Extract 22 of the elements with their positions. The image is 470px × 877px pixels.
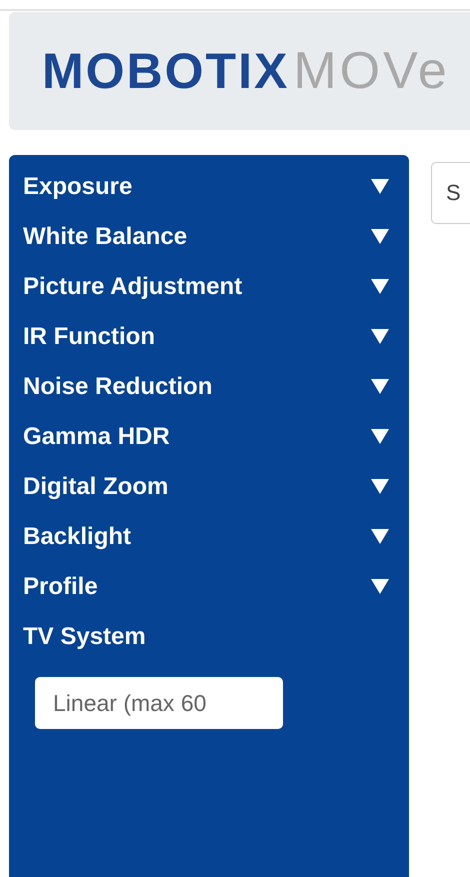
caret-icon[interactable] xyxy=(371,429,389,444)
caret-icon[interactable] xyxy=(371,229,389,244)
menu-item[interactable]: Digital Zoom xyxy=(23,469,168,505)
menu-item[interactable]: Noise Reduction xyxy=(23,369,212,405)
logo-text: MOBOTIX xyxy=(42,42,290,100)
menu-item[interactable]: White Balance xyxy=(23,219,188,255)
input-field[interactable]: S xyxy=(431,162,470,224)
caret-icon[interactable] xyxy=(371,479,389,494)
menu-item[interactable]: Exposure xyxy=(23,169,132,205)
logo-text: MOVe xyxy=(293,41,450,101)
menu-item[interactable]: Gamma HDR xyxy=(23,419,170,455)
caret-icon[interactable] xyxy=(371,179,389,194)
caret-icon[interactable] xyxy=(371,529,389,544)
caret-icon[interactable] xyxy=(371,279,389,294)
menu-item[interactable]: Picture Adjustment xyxy=(23,269,242,305)
menu-item[interactable]: Backlight xyxy=(23,519,132,555)
caret-icon[interactable] xyxy=(371,379,389,394)
caret-icon[interactable] xyxy=(371,329,389,344)
menu-item[interactable]: IR Function xyxy=(23,319,155,355)
tv-system-select[interactable]: Linear (max 60 xyxy=(35,677,283,729)
menu-item[interactable]: Profile xyxy=(23,569,98,605)
caret-icon[interactable] xyxy=(371,579,389,594)
